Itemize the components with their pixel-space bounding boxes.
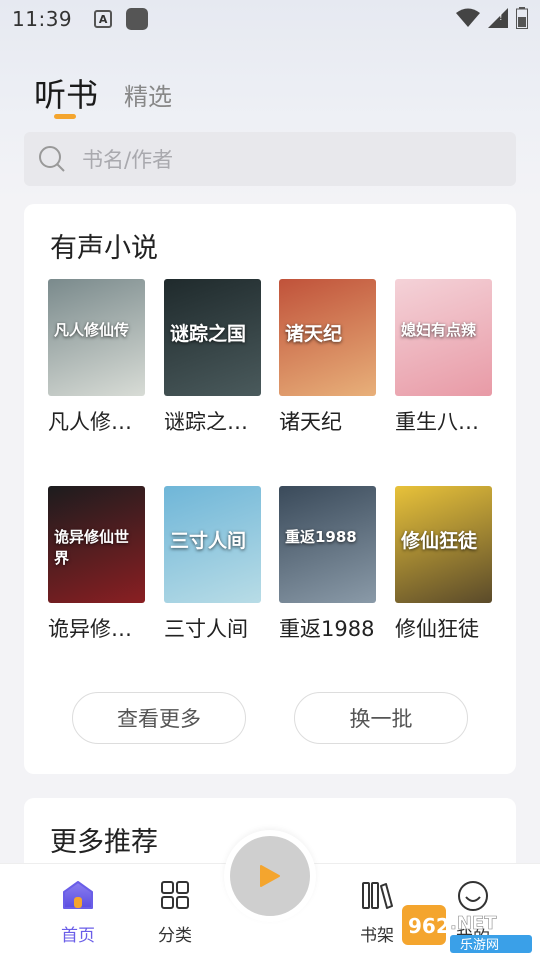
book-item[interactable]: 重返1988 重返1988 [279, 486, 379, 643]
book-cover: 重返1988 [279, 486, 376, 603]
book-title: 凡人修… [48, 410, 132, 434]
nav-bookshelf[interactable]: 书架 [347, 880, 407, 946]
book-item[interactable]: 修仙狂徒 修仙狂徒 [395, 486, 495, 643]
book-title: 三寸人间 [164, 617, 248, 641]
book-cover-text: 诸天纪 [285, 323, 343, 345]
book-title: 重生八… [395, 410, 479, 434]
wifi-icon [456, 8, 480, 27]
nav-category[interactable]: 分类 [145, 880, 205, 946]
status-icons: ! [456, 7, 528, 29]
signal-icon: ! [488, 8, 508, 28]
book-item[interactable]: 凡人修仙传凡人修… [48, 279, 148, 436]
bookshelf-icon [362, 882, 393, 909]
book-cover: 谜踪之国 [164, 279, 261, 396]
play-icon [260, 865, 280, 887]
book-cover-text: 诡异修仙世界 [54, 528, 130, 567]
book-title: 谜踪之… [164, 410, 248, 434]
book-cover-text: 凡人修仙传 [54, 321, 130, 339]
book-cover-text: 谜踪之国 [170, 323, 247, 345]
svg-text:.NET: .NET [450, 913, 497, 934]
book-cover: 凡人修仙传 [48, 279, 145, 396]
status-bar: 11:39 A ! [0, 0, 540, 38]
nav-label: 分类 [158, 926, 192, 946]
svg-text:962: 962 [408, 914, 450, 938]
nav-label: 书架 [360, 926, 394, 946]
battery-icon [516, 7, 528, 29]
nav-home[interactable]: 首页 [48, 880, 108, 946]
search-bar[interactable]: 书名/作者 [24, 132, 516, 186]
book-cover: 修仙狂徒 [395, 486, 492, 603]
category-icon [161, 881, 189, 909]
site-watermark-logo: 962 .NET 乐游网 [402, 905, 532, 953]
book-cover-text: 三寸人间 [170, 530, 247, 552]
section-title: 更多推荐 [50, 827, 158, 858]
book-title: 重返1988 [279, 617, 375, 641]
search-icon [39, 146, 65, 172]
book-item[interactable]: 诸天纪 诸天纪 [279, 279, 379, 436]
book-item[interactable]: 诡异修仙世界诡异修… [48, 486, 148, 643]
search-placeholder: 书名/作者 [82, 148, 174, 172]
tab-audiobooks[interactable]: 听书 [34, 70, 98, 119]
book-item[interactable]: 三寸人间 三寸人间 [164, 486, 264, 643]
tab-featured[interactable]: 精选 [124, 77, 172, 116]
nav-label: 首页 [61, 926, 95, 946]
book-cover: 媳妇有点辣 [395, 279, 492, 396]
book-item[interactable]: 谜踪之国谜踪之… [164, 279, 264, 436]
home-icon [63, 881, 93, 909]
book-title: 诡异修… [48, 617, 132, 641]
book-cover: 诡异修仙世界 [48, 486, 145, 603]
book-cover-text: 媳妇有点辣 [401, 321, 477, 339]
book-cover-text: 重返1988 [285, 528, 357, 546]
book-title: 诸天纪 [279, 410, 342, 434]
book-item[interactable]: 媳妇有点辣重生八… [395, 279, 495, 436]
top-tabs: 听书 精选 [34, 70, 172, 119]
svg-text:乐游网: 乐游网 [460, 938, 499, 953]
book-cover: 诸天纪 [279, 279, 376, 396]
book-title: 修仙狂徒 [395, 617, 479, 641]
notification-icon [126, 8, 149, 30]
accessibility-icon: A [94, 10, 113, 28]
player-disc [230, 836, 310, 916]
refresh-batch-button[interactable]: 换一批 [294, 692, 468, 744]
book-cover: 三寸人间 [164, 486, 261, 603]
player-button[interactable] [224, 830, 316, 922]
status-time: 11:39 [12, 7, 73, 31]
audio-novels-section: 有声小说 凡人修仙传 凡人修… 谜踪之国 谜踪之… 诸天纪 诸天纪 媳妇有点辣 重生八… 诡异修… [24, 204, 516, 774]
view-more-button[interactable]: 查看更多 [72, 692, 246, 744]
svg-text:!: ! [499, 13, 503, 23]
book-cover-text: 修仙狂徒 [401, 530, 478, 552]
section-title: 有声小说 [50, 233, 158, 264]
